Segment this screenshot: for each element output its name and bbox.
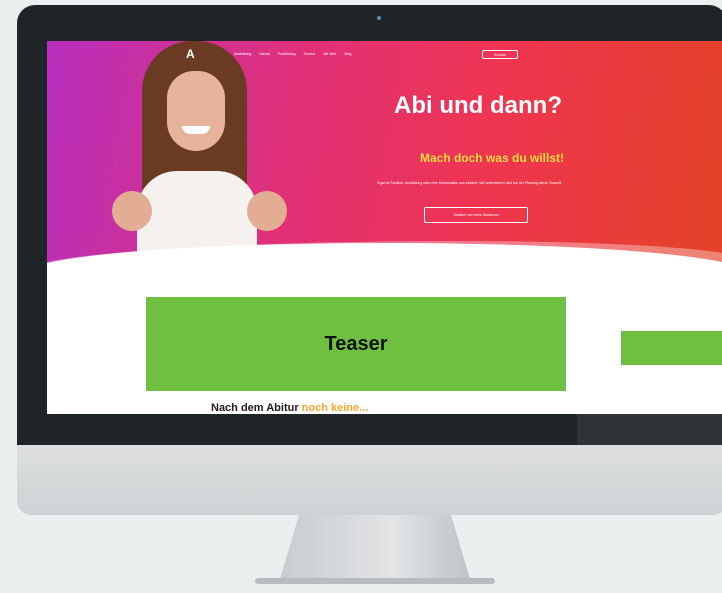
green-marker-block: [621, 331, 722, 365]
nav-item-schule[interactable]: Schule: [259, 52, 270, 56]
nav-contact-button[interactable]: Kontakt: [482, 50, 518, 59]
camera-dot: [377, 16, 381, 20]
nav-item-service[interactable]: Service: [304, 52, 316, 56]
face-shape: [167, 71, 225, 151]
content-heading-prefix: Nach dem Abitur: [211, 402, 299, 414]
hero-cta-button[interactable]: Studiere nun beim Studienort: [424, 207, 528, 223]
monitor-stand: [280, 515, 470, 579]
hero-person-image: [107, 41, 287, 273]
teaser-box: Teaser: [146, 297, 566, 391]
nav-item-fortbildung[interactable]: Fortbildung: [278, 52, 296, 56]
nav-item-ausbildung[interactable]: Ausbildung: [234, 52, 251, 56]
site-logo[interactable]: A: [186, 47, 202, 63]
left-hand-shape: [112, 191, 152, 231]
hero-body-text: Egal ob Studium, Ausbildung oder eine Ko…: [377, 181, 562, 185]
content-heading: Nach dem Abitur noch keine...: [211, 402, 368, 414]
monitor-stand-base: [255, 578, 495, 584]
nav-item-wir-ueber[interactable]: Wir über: [323, 52, 336, 56]
content-heading-accent: noch keine...: [301, 402, 369, 414]
monitor-chin: [17, 445, 722, 515]
smile-shape: [182, 126, 210, 134]
hero-banner: A Ausbildung Schule Fortbildung Service …: [47, 41, 722, 273]
hero-subtitle: Mach doch was du willst!: [419, 151, 564, 165]
hero-title: Abi und dann?: [394, 92, 562, 119]
teaser-label: Teaser: [324, 332, 388, 355]
main-nav: Ausbildung Schule Fortbildung Service Wi…: [234, 52, 351, 56]
nav-item-blog[interactable]: Blog: [344, 52, 351, 56]
right-hand-shape: [247, 191, 287, 231]
